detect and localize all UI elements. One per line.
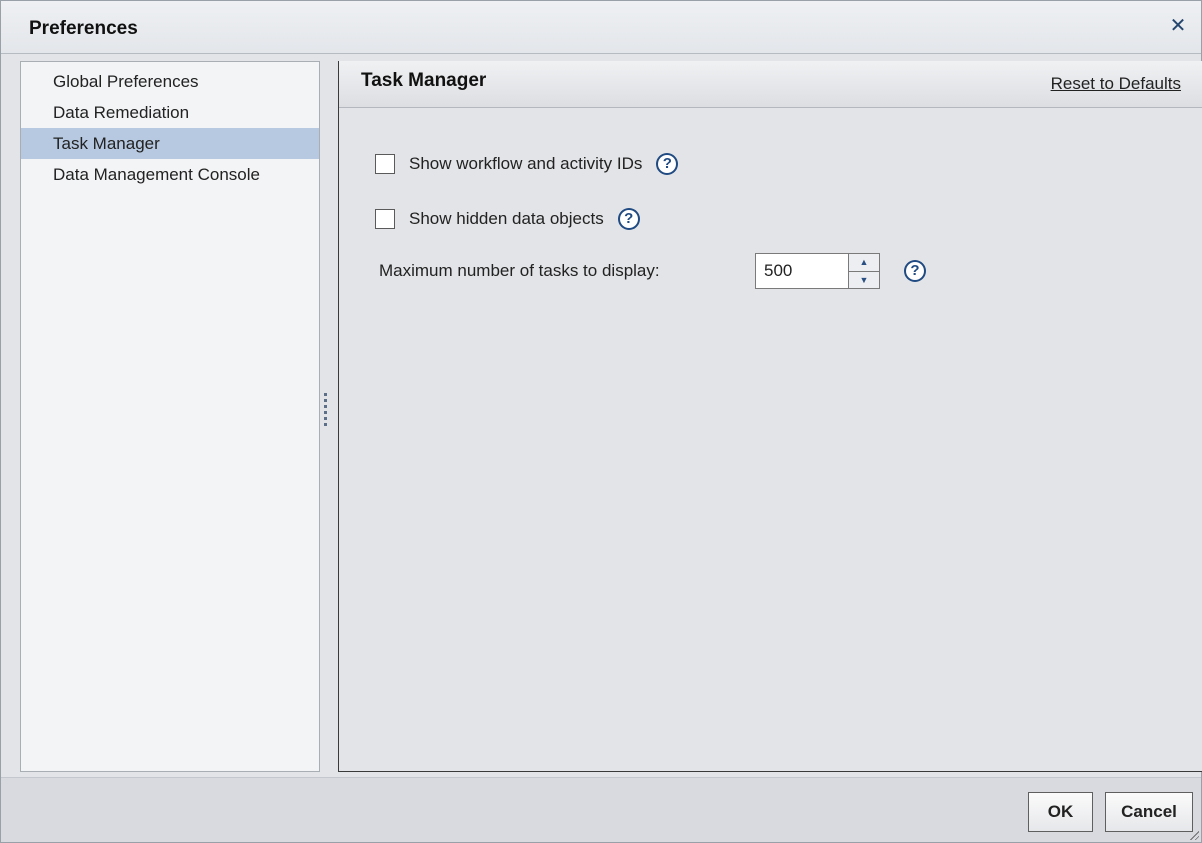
show-hidden-label: Show hidden data objects bbox=[409, 209, 604, 228]
max-tasks-stepper: ▲ ▼ bbox=[755, 253, 880, 289]
nav-item-data-management-console[interactable]: Data Management Console bbox=[21, 159, 319, 190]
ok-button[interactable]: OK bbox=[1028, 792, 1093, 832]
preferences-nav: Global Preferences Data Remediation Task… bbox=[20, 61, 320, 772]
reset-to-defaults-link[interactable]: Reset to Defaults bbox=[1051, 74, 1181, 94]
nav-item-data-remediation[interactable]: Data Remediation bbox=[21, 97, 319, 128]
cancel-button[interactable]: Cancel bbox=[1105, 792, 1193, 832]
help-icon-glyph: ? bbox=[910, 262, 920, 279]
settings-panel: Task Manager Reset to Defaults Show work… bbox=[338, 61, 1202, 772]
nav-item-task-manager[interactable]: Task Manager bbox=[21, 128, 319, 159]
decrement-arrow-icon[interactable]: ▼ bbox=[849, 271, 879, 288]
resize-grip-icon[interactable] bbox=[1189, 830, 1199, 840]
increment-arrow-icon[interactable]: ▲ bbox=[849, 254, 879, 272]
panel-splitter-handle[interactable] bbox=[323, 393, 329, 435]
show-hidden-checkbox[interactable] bbox=[375, 209, 395, 229]
max-tasks-label: Maximum number of tasks to display: bbox=[379, 261, 660, 280]
show-ids-label: Show workflow and activity IDs bbox=[409, 154, 643, 173]
help-icon[interactable]: ? bbox=[617, 208, 640, 230]
show-ids-checkbox[interactable] bbox=[375, 154, 395, 174]
nav-item-global-preferences[interactable]: Global Preferences bbox=[21, 66, 319, 97]
max-tasks-row: Maximum number of tasks to display: ▲ ▼ … bbox=[379, 253, 926, 289]
help-icon[interactable]: ? bbox=[656, 153, 679, 175]
option-show-hidden-row: Show hidden data objects ? bbox=[375, 208, 640, 230]
preferences-dialog: Preferences ✕ Global Preferences Data Re… bbox=[0, 0, 1202, 843]
help-icon-glyph: ? bbox=[662, 155, 672, 172]
dialog-title: Preferences bbox=[29, 18, 138, 39]
max-tasks-input[interactable] bbox=[756, 254, 848, 288]
settings-panel-header: Task Manager Reset to Defaults bbox=[339, 61, 1202, 108]
close-icon[interactable]: ✕ bbox=[1165, 13, 1191, 39]
help-icon-glyph: ? bbox=[624, 210, 634, 227]
dialog-footer: OK Cancel bbox=[1, 777, 1201, 842]
option-show-ids-row: Show workflow and activity IDs ? bbox=[375, 153, 679, 175]
panel-title: Task Manager bbox=[361, 70, 487, 91]
title-bar[interactable]: Preferences ✕ bbox=[1, 1, 1201, 54]
help-icon[interactable]: ? bbox=[904, 260, 926, 282]
